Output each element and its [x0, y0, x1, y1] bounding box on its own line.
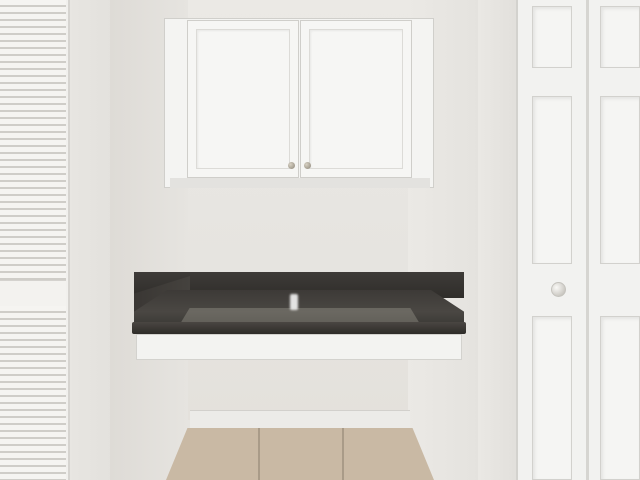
baseboard — [190, 410, 410, 429]
bifold-door-seam — [586, 0, 589, 480]
tile-floor — [166, 428, 434, 480]
door-panel — [600, 316, 640, 480]
door-knob-icon — [551, 282, 566, 297]
cabinet-knob-icon — [288, 162, 295, 169]
cabinet-knob-icon — [304, 162, 311, 169]
cabinet-door-right — [300, 20, 412, 178]
cabinet-bottom-trim — [170, 178, 430, 188]
tile-grout-line — [258, 428, 260, 480]
countertop-light-glint — [290, 294, 298, 310]
louver-door-rail — [0, 280, 66, 308]
built-in-desk-alcove-photo — [0, 0, 640, 480]
louvered-closet-door — [0, 0, 70, 480]
door-panel — [600, 96, 640, 264]
right-wall — [478, 0, 520, 480]
countertop-edge — [132, 322, 466, 334]
louver-panel-upper — [0, 0, 66, 280]
louver-panel-lower — [0, 306, 66, 480]
desk-apron — [136, 334, 462, 360]
door-panel — [600, 6, 640, 68]
door-panel — [532, 96, 572, 264]
tile-grout-line — [342, 428, 344, 480]
left-wall — [66, 0, 112, 480]
door-panel — [532, 6, 572, 68]
door-panel — [532, 316, 572, 480]
cabinet-door-left — [187, 20, 299, 178]
